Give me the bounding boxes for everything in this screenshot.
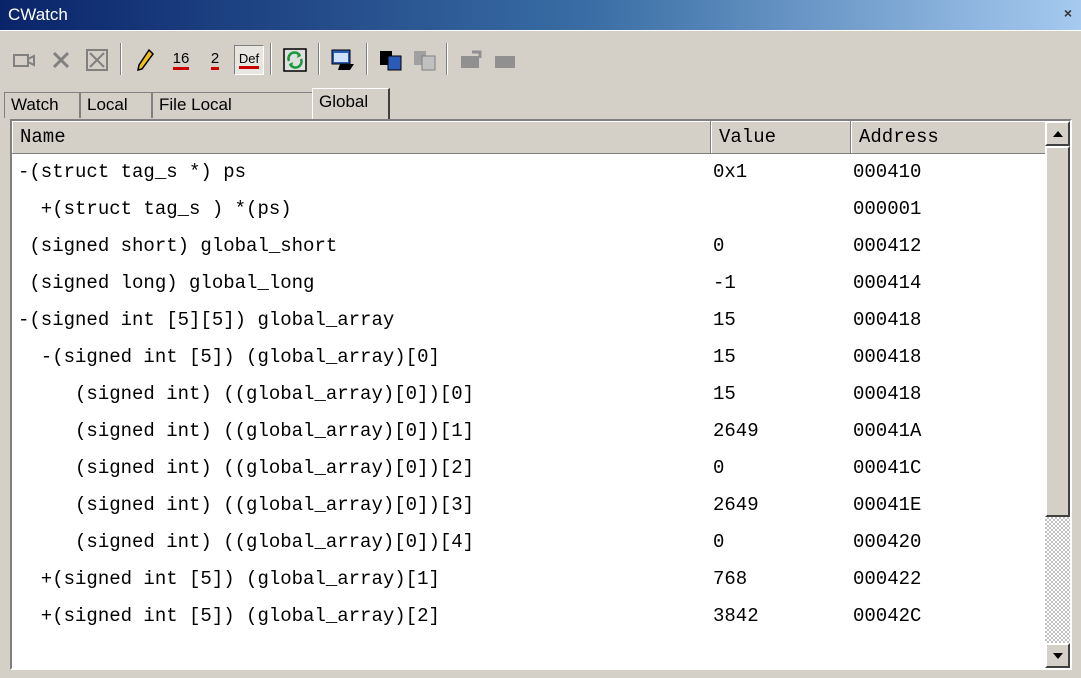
value-cell: 0 (713, 457, 725, 479)
address-cell: 000418 (853, 383, 922, 405)
value-cell (711, 191, 851, 228)
tab-file-local[interactable]: File Local (152, 92, 314, 118)
value-cell: 0 (713, 235, 725, 257)
address-cell: 000412 (853, 235, 922, 257)
refresh-icon[interactable] (280, 45, 310, 75)
table-row[interactable]: (signed short) global_short 0 000412 (12, 228, 1047, 265)
address-cell: 000001 (853, 198, 922, 220)
move-down-icon[interactable] (490, 45, 520, 75)
table-row[interactable]: +(struct tag_s ) *(ps) 000001 (12, 191, 1047, 228)
name-cell: (signed int) ((global_array)[0])[0] (18, 383, 475, 405)
toolbar-separator (446, 43, 448, 75)
tab-watch[interactable]: Watch (4, 92, 80, 118)
name-cell: (signed int) ((global_array)[0])[4] (18, 531, 475, 553)
tab-global[interactable]: Global (312, 88, 390, 119)
paste-icon[interactable] (410, 45, 440, 75)
table-row[interactable]: +(signed int [5]) (global_array)[2] 3842 0… (12, 598, 1047, 635)
address-cell: 00041E (853, 494, 922, 516)
scroll-thumb[interactable] (1045, 146, 1070, 517)
value-cell: 15 (713, 383, 736, 405)
table-row[interactable]: -(signed int [5]) (global_array)[0] 15 000… (12, 339, 1047, 376)
name-cell: (signed long) global_long (18, 272, 315, 294)
scroll-track[interactable] (1045, 517, 1070, 643)
table-row[interactable]: -(signed int [5][5]) global_array 15 00041… (12, 302, 1047, 339)
toolbar: 16 2 Def (0, 30, 1081, 82)
toolbar-separator (270, 43, 272, 75)
name-cell: (signed int) ((global_array)[0])[2] (18, 457, 475, 479)
column-name-header[interactable]: Name (12, 121, 711, 154)
address-cell: 00041A (853, 420, 922, 442)
table-row[interactable]: (signed int) ((global_array)[0])[0] 15 000… (12, 376, 1047, 413)
toolbar-separator (120, 43, 122, 75)
move-up-icon[interactable] (456, 45, 486, 75)
value-cell: 2649 (713, 494, 759, 516)
window-title: CWatch (8, 5, 68, 24)
toolbar-separator (366, 43, 368, 75)
delete-icon[interactable] (46, 45, 76, 75)
auto-update-icon[interactable] (328, 45, 358, 75)
value-cell: 15 (713, 309, 736, 331)
name-cell: +(signed int [5]) (global_array)[2] (18, 605, 440, 627)
hex-radix-icon[interactable]: 16 (166, 45, 196, 75)
column-value-header[interactable]: Value (711, 121, 851, 154)
table-row[interactable]: (signed int) ((global_array)[0])[1] 2649 0… (12, 413, 1047, 450)
edit-value-icon[interactable] (130, 45, 160, 75)
tab-strip: Watch Local File Local Global (0, 88, 1081, 119)
toolbar-separator (318, 43, 320, 75)
address-cell: 000410 (853, 161, 922, 183)
column-address-header[interactable]: Address (851, 121, 1047, 154)
table-row[interactable]: (signed long) global_long -1 000414 (12, 265, 1047, 302)
value-cell: -1 (713, 272, 736, 294)
name-cell: -(struct tag_s *) ps (18, 161, 247, 183)
tab-local[interactable]: Local (80, 92, 152, 118)
hex-label: 16 (172, 50, 190, 70)
value-cell: 3842 (713, 605, 759, 627)
value-cell: 768 (713, 568, 748, 590)
default-radix-icon[interactable]: Def (234, 45, 264, 75)
name-cell: (signed int) ((global_array)[0])[1] (18, 420, 475, 442)
scroll-up-icon[interactable] (1045, 121, 1070, 146)
watch-rows: -(struct tag_s *) ps 0x1 000410 +(struct t… (12, 154, 1047, 635)
name-cell: (signed int) ((global_array)[0])[3] (18, 494, 475, 516)
bin-label: 2 (210, 50, 220, 70)
binary-radix-icon[interactable]: 2 (200, 45, 230, 75)
watch-grid: Name Value Address -(struct tag_s *) ps 0… (10, 119, 1072, 670)
close-icon[interactable]: × (1059, 5, 1077, 23)
address-cell: 000418 (853, 346, 922, 368)
scroll-down-icon[interactable] (1045, 643, 1070, 668)
cwatch-window: CWatch × 16 2 Def Watch Local File Local… (0, 0, 1081, 678)
name-cell: -(signed int [5][5]) global_array (18, 309, 395, 331)
table-row[interactable]: (signed int) ((global_array)[0])[4] 0 0004… (12, 524, 1047, 561)
table-row[interactable]: -(struct tag_s *) ps 0x1 000410 (12, 154, 1047, 191)
watch-add-icon[interactable] (10, 45, 40, 75)
value-cell: 0x1 (713, 161, 748, 183)
address-cell: 000420 (853, 531, 922, 553)
name-cell: -(signed int [5]) (global_array)[0] (18, 346, 440, 368)
delete-all-icon[interactable] (82, 45, 112, 75)
address-cell: 00041C (853, 457, 922, 479)
title-bar: CWatch × (0, 0, 1081, 30)
address-cell: 000422 (853, 568, 922, 590)
name-cell: +(struct tag_s ) *(ps) (18, 198, 292, 220)
table-row[interactable]: +(signed int [5]) (global_array)[1] 768 00… (12, 561, 1047, 598)
vertical-scrollbar[interactable] (1045, 121, 1070, 668)
column-header: Name Value Address (12, 121, 1047, 154)
address-cell: 000414 (853, 272, 922, 294)
name-cell: (signed short) global_short (18, 235, 338, 257)
address-cell: 00042C (853, 605, 922, 627)
value-cell: 15 (713, 346, 736, 368)
name-cell: +(signed int [5]) (global_array)[1] (18, 568, 440, 590)
table-row[interactable]: (signed int) ((global_array)[0])[3] 2649 0… (12, 487, 1047, 524)
copy-icon[interactable] (376, 45, 406, 75)
address-cell: 000418 (853, 309, 922, 331)
value-cell: 2649 (713, 420, 759, 442)
value-cell: 0 (713, 531, 725, 553)
def-label: Def (238, 51, 260, 69)
table-row[interactable]: (signed int) ((global_array)[0])[2] 0 0004… (12, 450, 1047, 487)
